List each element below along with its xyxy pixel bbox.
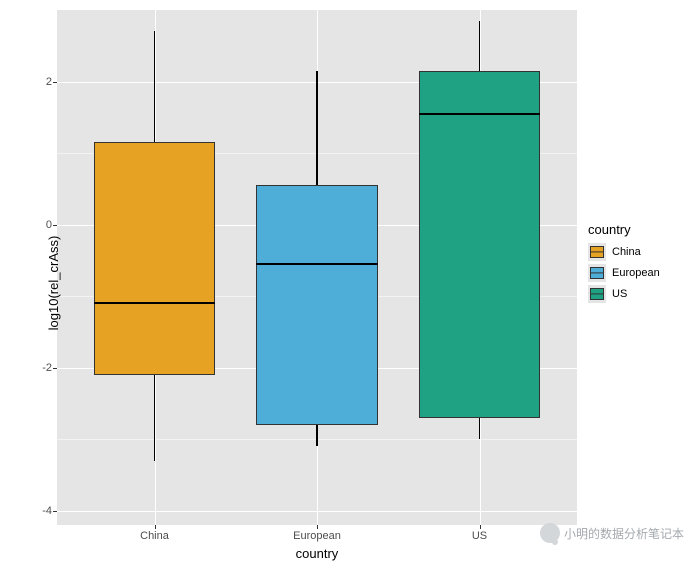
legend: country China European US [588, 222, 688, 306]
legend-item: China [588, 243, 688, 261]
y-tick-mark [53, 82, 57, 83]
y-tick-label: 0 [22, 219, 52, 231]
boxplot-median [419, 113, 541, 115]
legend-label: China [612, 246, 641, 258]
watermark: 小明的数据分析笔记本 [540, 523, 684, 543]
x-tick-mark [480, 525, 481, 529]
legend-title: country [588, 222, 688, 237]
chart-root: log10(rel_crAss) country country China Eu… [0, 0, 696, 565]
y-tick-label: -2 [22, 362, 52, 374]
plot-panel [57, 10, 577, 525]
y-tick-label: -4 [22, 505, 52, 517]
boxplot-box [256, 185, 378, 425]
y-axis-title: log10(rel_crAss) [46, 235, 61, 330]
y-tick-mark [53, 225, 57, 226]
boxplot-box [94, 142, 216, 374]
y-tick-mark [53, 368, 57, 369]
legend-label: US [612, 288, 627, 300]
x-tick-mark [317, 525, 318, 529]
x-tick-label: China [140, 530, 169, 542]
legend-swatch [588, 285, 606, 303]
y-tick-mark [53, 511, 57, 512]
chat-bubble-icon [540, 523, 560, 543]
x-tick-label: European [293, 530, 341, 542]
x-tick-label: US [472, 530, 487, 542]
legend-item: European [588, 264, 688, 282]
boxplot-median [256, 263, 378, 265]
watermark-text: 小明的数据分析笔记本 [564, 525, 684, 542]
legend-swatch [588, 264, 606, 282]
x-axis-title: country [57, 546, 577, 561]
legend-item: US [588, 285, 688, 303]
boxplot-box [419, 71, 541, 418]
legend-label: European [612, 267, 660, 279]
x-tick-mark [155, 525, 156, 529]
y-tick-label: 2 [22, 76, 52, 88]
boxplot-median [94, 302, 216, 304]
legend-swatch [588, 243, 606, 261]
